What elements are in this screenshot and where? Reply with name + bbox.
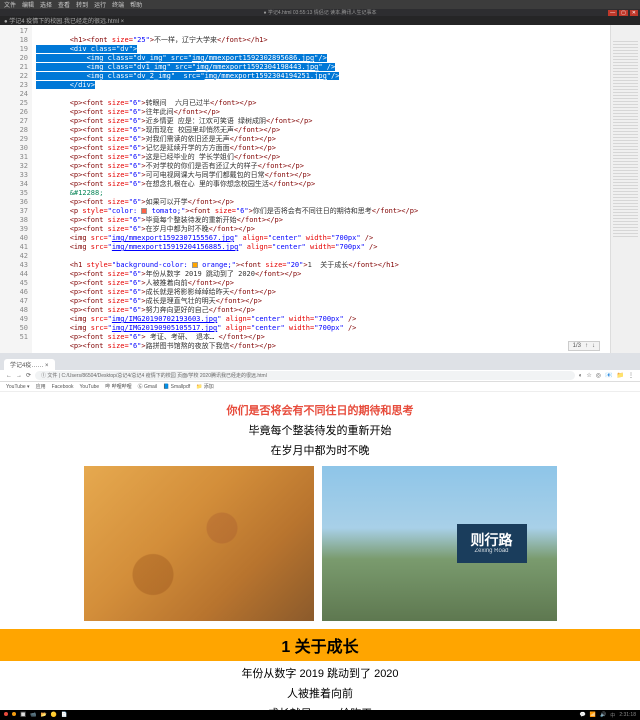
code-area[interactable]: <h1><font size="25">不一样，辽宁大学来</font></h1… <box>32 25 610 353</box>
menu-edit[interactable]: 编辑 <box>22 0 34 9</box>
ext-icon-4[interactable]: 📧 <box>605 372 612 379</box>
browser-tab[interactable]: 学记4疫…… × <box>4 359 55 370</box>
browser-pane: 学记4疫…… × ← → ⟳ ① 文件 | C:/Users/86504/Des… <box>0 350 640 710</box>
image-puddle <box>84 466 314 621</box>
sign-cn: 则行路 <box>471 532 513 549</box>
menu-terminal[interactable]: 终端 <box>112 0 124 9</box>
tb-item-2[interactable]: 📂 <box>40 712 46 718</box>
tray-clock[interactable]: 2:31:18 <box>619 712 636 719</box>
image-roadsign: 则行路 Zexing Road <box>322 466 557 621</box>
ext-icon-1[interactable]: ◐ <box>579 373 583 379</box>
tray-ime[interactable]: 中 <box>610 712 615 719</box>
menu-select[interactable]: 选择 <box>40 0 52 9</box>
find-widget[interactable]: 1/3 ↑ ↓ <box>568 341 600 351</box>
star-icon[interactable]: ☆ <box>586 372 591 379</box>
para-5: 成长就是◻◻◻给昨天 <box>0 705 640 710</box>
bm-2[interactable]: Facebook <box>52 384 74 390</box>
bm-6[interactable]: 📘 Smallpdf <box>163 384 190 390</box>
tb-dot-2[interactable] <box>12 712 16 716</box>
editor-tab[interactable]: ● 学记4 疫情下的校园.我已经走的很远.html × <box>4 16 124 25</box>
maximize-icon[interactable]: ▢ <box>619 10 628 16</box>
minimap[interactable] <box>610 25 640 353</box>
minimize-icon[interactable]: — <box>608 10 617 16</box>
title-text: ● 学记4.html 03:55:13 情侣记 读本.腾讯人生记事本 <box>263 9 376 16</box>
tb-item-4[interactable]: 📄 <box>61 712 67 718</box>
find-next-icon[interactable]: ↓ <box>592 343 595 349</box>
menu-help[interactable]: 帮助 <box>130 0 142 9</box>
menu-go[interactable]: 转到 <box>76 0 88 9</box>
editor-body: 1718192021222324252627282930313233343536… <box>0 25 640 353</box>
close-icon[interactable]: ✕ <box>630 10 638 16</box>
ext-icon-5[interactable]: 📁 <box>617 372 624 379</box>
ext-icon-3[interactable]: ◎ <box>596 372 601 379</box>
title-bar: ● 学记4.html 03:55:13 情侣记 读本.腾讯人生记事本 — ▢ ✕ <box>0 9 640 16</box>
tb-item-0[interactable]: 🔲 <box>20 712 26 718</box>
menu-file[interactable]: 文件 <box>4 0 16 9</box>
os-taskbar[interactable]: 🔲 📹 📂 🟡 📄 💬 📶 🔊 中 2:31:18 <box>0 710 640 720</box>
tb-dot-1[interactable] <box>4 712 8 716</box>
back-icon[interactable]: ← <box>6 373 12 379</box>
tray-2[interactable]: 🔊 <box>600 712 606 719</box>
image-row: 则行路 Zexing Road <box>0 466 640 621</box>
tray-0[interactable]: 💬 <box>580 712 586 719</box>
menu-run[interactable]: 运行 <box>94 0 106 9</box>
tab-bar[interactable]: ● 学记4 疫情下的校园.我已经走的很远.html × <box>0 16 640 25</box>
window-controls[interactable]: — ▢ ✕ <box>608 10 638 16</box>
para-4: 人被推着向前 <box>0 685 640 701</box>
para-2: 在岁月中都为时不晚 <box>0 442 640 458</box>
url-field[interactable]: ① 文件 | C:/Users/86504/Desktop/总记4/总记4 疫情… <box>35 371 575 380</box>
section-heading: 1 关于成长 <box>0 629 640 661</box>
browser-tabs[interactable]: 学记4疫…… × <box>0 358 640 370</box>
menu-icon[interactable]: ⋮ <box>628 372 634 379</box>
find-prev-icon[interactable]: ↑ <box>585 343 588 349</box>
page-viewport[interactable]: 你们是否将会有不同往日的期待和思考 毕竟每个整装待发的重新开始 在岁月中都为时不… <box>0 392 640 710</box>
para-3: 年份从数字 2019 跳动到了 2020 <box>0 665 640 681</box>
bm-7[interactable]: 📁 添加 <box>196 383 214 390</box>
bm-0[interactable]: YouTube ▾ <box>6 384 30 390</box>
line-gutter: 1718192021222324252627282930313233343536… <box>0 25 32 353</box>
sign-en: Zexing Road <box>471 548 513 555</box>
menu-view[interactable]: 查看 <box>58 0 70 9</box>
tb-item-3[interactable]: 🟡 <box>51 712 57 718</box>
heading-red: 你们是否将会有不同往日的期待和思考 <box>0 402 640 418</box>
url-bar[interactable]: ← → ⟳ ① 文件 | C:/Users/86504/Desktop/总记4/… <box>0 370 640 382</box>
tray-1[interactable]: 📶 <box>590 712 596 719</box>
bm-5[interactable]: Ⓖ Gmail <box>138 383 157 390</box>
page-content: 你们是否将会有不同往日的期待和思考 毕竟每个整装待发的重新开始 在岁月中都为时不… <box>0 392 640 710</box>
menu-bar[interactable]: 文件 编辑 选择 查看 转到 运行 终端 帮助 <box>0 0 640 9</box>
para-1: 毕竟每个整装待发的重新开始 <box>0 422 640 438</box>
bm-3[interactable]: YouTube <box>80 384 100 390</box>
find-count: 1/3 <box>573 343 581 349</box>
bm-4[interactable]: 哔 哔哩哔哩 <box>105 383 131 390</box>
forward-icon[interactable]: → <box>16 373 22 379</box>
reload-icon[interactable]: ⟳ <box>26 372 31 379</box>
editor-pane: 文件 编辑 选择 查看 转到 运行 终端 帮助 ● 学记4.html 03:55… <box>0 0 640 350</box>
bookmark-bar[interactable]: YouTube ▾ 应用 Facebook YouTube 哔 哔哩哔哩 Ⓖ G… <box>0 382 640 392</box>
road-sign: 则行路 Zexing Road <box>457 524 527 564</box>
selection: <div class="dv"> <img class="dv_img" src… <box>36 45 339 89</box>
bm-1[interactable]: 应用 <box>36 383 46 390</box>
tb-item-1[interactable]: 📹 <box>30 712 36 718</box>
